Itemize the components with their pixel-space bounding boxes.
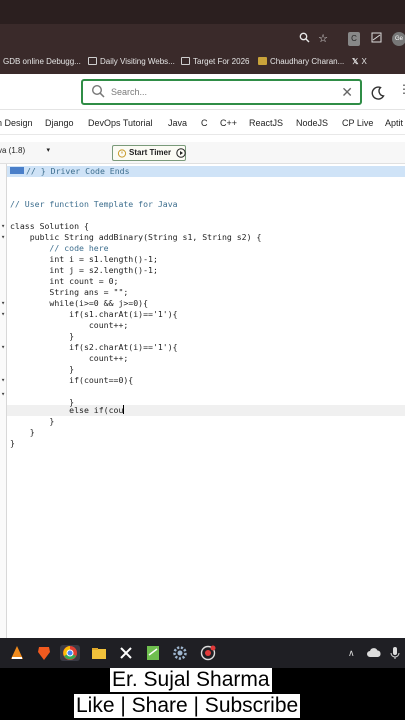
nav-item-django[interactable]: Django xyxy=(45,118,74,128)
nav-item-c[interactable]: C xyxy=(201,118,208,128)
bookmark-label: Daily Visiting Webs... xyxy=(100,57,175,66)
start-timer-button[interactable]: Start Timer xyxy=(112,145,186,161)
bookmarks-bar: GDB online Debugg... Daily Visiting Webs… xyxy=(0,50,405,74)
code-line: } xyxy=(10,364,75,374)
caption-name: Er. Sujal Sharma xyxy=(110,668,272,692)
bookmark-target-2026[interactable]: Target For 2026 xyxy=(181,56,249,68)
caption-cta: Like | Share | Subscribe xyxy=(74,694,301,718)
fold-marker[interactable]: ▾ xyxy=(1,309,5,320)
code-line: int count = 0; xyxy=(10,276,119,286)
code-line: } xyxy=(10,416,55,426)
code-line: if(count==0){ xyxy=(10,375,134,385)
bookmark-gdb[interactable]: GDB online Debugg... xyxy=(3,56,81,68)
code-line: // code here xyxy=(10,243,109,253)
fold-marker[interactable]: ▾ xyxy=(1,221,5,232)
timer-label: Start Timer xyxy=(129,148,172,157)
bookmark-daily-visiting[interactable]: Daily Visiting Webs... xyxy=(88,56,175,68)
bookmark-label: X xyxy=(361,57,367,66)
vlc-icon[interactable] xyxy=(9,645,25,661)
search-input[interactable] xyxy=(111,83,311,101)
zoom-icon[interactable] xyxy=(298,32,310,46)
topic-nav: n Design Django DevOps Tutorial Java C C… xyxy=(0,113,405,135)
code-line: int j = s2.length()-1; xyxy=(10,265,158,275)
code-line: String ans = ""; xyxy=(10,287,129,297)
code-editor[interactable]: ▾ // } Driver Code Ends // User function… xyxy=(0,164,405,638)
code-line-current: else if(cou xyxy=(10,405,125,416)
code-line: // } Driver Code Ends xyxy=(10,166,130,177)
fold-marker[interactable]: ▾ xyxy=(1,342,5,353)
dark-mode-toggle-icon[interactable] xyxy=(370,85,386,101)
fold-marker[interactable]: ▾ xyxy=(1,389,5,400)
bookmark-chaudhary[interactable]: Chaudhary Charan... xyxy=(258,56,344,68)
language-value: va (1.8) xyxy=(0,146,26,155)
fold-marker[interactable]: ▾ xyxy=(1,232,5,243)
search-icon xyxy=(91,84,105,98)
nav-item-cp-live[interactable]: CP Live xyxy=(342,118,373,128)
fold-marker[interactable]: ▾ xyxy=(1,375,5,386)
settings-gear-icon[interactable] xyxy=(172,645,188,661)
bookmark-x[interactable]: 𝕏X xyxy=(352,56,367,68)
site-header: ✕ ⋮ xyxy=(0,74,405,110)
star-icon[interactable]: ☆ xyxy=(317,32,329,46)
chrome-icon[interactable] xyxy=(60,645,80,661)
more-icon[interactable]: ⋮ xyxy=(398,82,405,96)
code-line: } xyxy=(10,427,35,437)
nav-item-devops[interactable]: DevOps Tutorial xyxy=(88,118,153,128)
file-explorer-icon[interactable] xyxy=(91,645,107,661)
browser-titlebar xyxy=(0,0,405,24)
clear-search-icon[interactable]: ✕ xyxy=(341,83,353,101)
code-line: } xyxy=(10,331,75,341)
code-line: } xyxy=(10,438,15,448)
code-line: // User function Template for Java xyxy=(10,199,178,209)
search-box[interactable]: ✕ xyxy=(81,79,362,105)
nav-item-java[interactable]: Java xyxy=(168,118,187,128)
language-select[interactable]: va (1.8) ▾ xyxy=(0,146,52,160)
bookmark-label: GDB online Debugg... xyxy=(3,57,81,66)
code-line: public String addBinary(String s1, Strin… xyxy=(10,232,262,242)
x-app-icon[interactable] xyxy=(118,645,134,661)
bookmark-icon xyxy=(258,57,267,65)
folder-icon xyxy=(88,57,97,65)
code-line: class Solution { xyxy=(10,221,89,231)
microphone-icon[interactable] xyxy=(387,645,403,661)
browser-toolbar: ☆ C Ge xyxy=(0,28,405,50)
code-line: if(s2.charAt(i)=='1'){ xyxy=(10,342,178,352)
collapsed-region-icon[interactable] xyxy=(10,167,24,174)
code-text: else if(cou xyxy=(10,405,124,415)
cloud-icon[interactable] xyxy=(366,645,382,661)
code-line: count++; xyxy=(10,320,129,330)
bookmark-label: Target For 2026 xyxy=(193,57,250,66)
timer-icon xyxy=(117,148,127,158)
nav-item-aptitude[interactable]: Aptit xyxy=(385,118,403,128)
record-app-icon[interactable] xyxy=(200,645,216,661)
code-line: count++; xyxy=(10,353,129,363)
code-text: // } Driver Code Ends xyxy=(26,166,130,176)
x-icon: 𝕏 xyxy=(352,57,359,66)
notepad-icon[interactable] xyxy=(145,645,161,661)
brave-browser-icon[interactable] xyxy=(36,645,52,661)
nav-item-nodejs[interactable]: NodeJS xyxy=(296,118,328,128)
nav-item-design[interactable]: n Design xyxy=(0,118,33,128)
fold-marker[interactable]: ▾ xyxy=(1,298,5,309)
profile-avatar[interactable]: Ge xyxy=(392,32,405,46)
extension-icon[interactable] xyxy=(370,32,382,46)
nav-item-reactjs[interactable]: ReactJS xyxy=(249,118,283,128)
os-taskbar: ∧ xyxy=(0,638,405,668)
video-caption: Er. Sujal Sharma Like | Share | Subscrib… xyxy=(0,668,405,720)
text-cursor xyxy=(123,405,125,414)
folder-icon xyxy=(181,57,190,65)
extension-c-icon[interactable]: C xyxy=(348,32,360,46)
nav-item-cpp[interactable]: C++ xyxy=(220,118,237,128)
play-icon xyxy=(176,148,186,158)
code-line: while(i>=0 && j>=0){ xyxy=(10,298,149,308)
chevron-up-icon[interactable]: ∧ xyxy=(348,645,364,661)
chevron-down-icon: ▾ xyxy=(46,147,50,154)
editor-toolbar: va (1.8) ▾ Start Timer xyxy=(0,142,405,164)
code-line: int i = s1.length()-1; xyxy=(10,254,158,264)
bookmark-label: Chaudhary Charan... xyxy=(270,57,345,66)
code-line: if(s1.charAt(i)=='1'){ xyxy=(10,309,178,319)
